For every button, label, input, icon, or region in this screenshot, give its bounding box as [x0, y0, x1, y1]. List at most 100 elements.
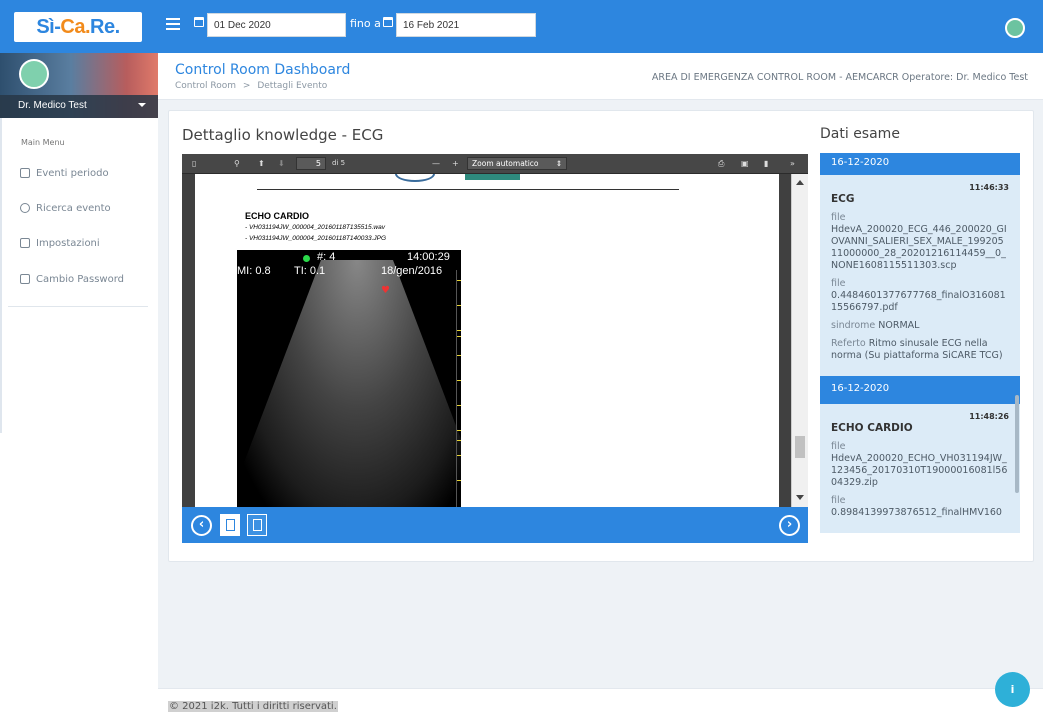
copyright-text: © 2021 i2k. Tutti i diritti riservati. [168, 701, 338, 712]
file-label: file [831, 495, 846, 506]
scale-tick [457, 305, 461, 306]
us-mi: MI: 0.8 [237, 265, 271, 277]
page-title: Control Room Dashboard [175, 62, 351, 78]
echo-title: ECHO CARDIO [245, 211, 310, 221]
more-tools-icon[interactable]: » [790, 159, 795, 168]
calendar-icon [20, 168, 30, 178]
file-link[interactable]: 0.4484601377677768_finalO31608115566797.… [831, 290, 1009, 314]
scale-tick [457, 336, 461, 337]
date-from-input[interactable] [207, 13, 346, 37]
bookmark-icon[interactable]: ▮ [764, 159, 768, 168]
pdf-document-button[interactable] [247, 514, 267, 536]
us-time: 14:00:29 [407, 251, 450, 263]
scale-tick [457, 440, 461, 441]
sidebar-item-label: Cambio Password [36, 273, 124, 285]
sidebar-item-ricerca-evento[interactable]: Ricerca evento [20, 200, 111, 216]
scale-tick [457, 280, 461, 281]
scale-tick [457, 430, 461, 431]
pdf-scrollbar[interactable] [791, 174, 808, 507]
exam-card[interactable]: 11:46:33 ECG file HdevA_200020_ECG_446_2… [820, 175, 1020, 376]
file-link[interactable]: 0.8984139973876512_finalHMV160 [831, 507, 1009, 519]
pdf-file-icon [253, 519, 262, 531]
exam-card[interactable]: 11:48:26 ECHO CARDIO file HdevA_200020_E… [820, 404, 1020, 533]
arrow-down-icon[interactable]: ⬇ [278, 159, 285, 168]
us-frame: #: 4 [317, 251, 336, 263]
pdf-page: ECHO CARDIO - VH031194JW_000004_20160118… [195, 174, 779, 507]
entry-date: 16-12-2020 [820, 376, 1020, 404]
pdf-toolbar: ▯ ⚲ ⬆ ⬇ 5 di 5 — + Zoom automatico ⇕ ⎙ ▣ … [182, 154, 808, 174]
pdf-file-icon [226, 519, 235, 531]
zoom-out-icon[interactable]: — [432, 159, 440, 168]
echo-file: - VH031194JW_000004_20160118T140033.JPG [245, 235, 387, 242]
next-document-icon[interactable]: › [779, 515, 800, 536]
us-ti: TI: 0.1 [294, 265, 326, 277]
sidebar-item-impostazioni[interactable]: Impostazioni [20, 235, 100, 251]
top-bar: Sì-Ca.Re. fino a [0, 0, 1043, 53]
breadcrumb-current: Dettagli Evento [257, 81, 328, 91]
detail-panel: Dettaglio knowledge - ECG ▯ ⚲ ⬆ ⬇ 5 di 5… [168, 110, 1034, 562]
breadcrumb-separator: > [242, 81, 251, 91]
help-button[interactable]: i [995, 672, 1030, 707]
pdf-page-count: di 5 [332, 159, 346, 167]
print-icon[interactable]: ⎙ [718, 159, 724, 169]
date-to-label: fino a [350, 17, 381, 30]
zoom-in-icon[interactable]: + [452, 159, 459, 168]
doctor-avatar-icon [19, 59, 49, 89]
us-date: 18/gen/2016 [381, 265, 443, 277]
dati-scrollbar[interactable] [1015, 395, 1019, 493]
depth-scale [456, 270, 461, 507]
menu-toggle-icon[interactable] [166, 18, 180, 30]
user-banner: Dr. Medico Test [0, 53, 158, 118]
user-avatar-icon[interactable] [1005, 18, 1025, 38]
file-link[interactable]: HdevA_200020_ECG_446_200020_GIOVANNI_SAL… [831, 224, 1009, 272]
calendar-icon [194, 17, 204, 27]
dati-esame-list[interactable]: 16-12-2020 11:46:33 ECG file HdevA_20002… [820, 153, 1020, 539]
search-icon [20, 203, 30, 213]
chevron-down-icon[interactable] [138, 103, 146, 107]
pdf-page-input[interactable]: 5 [296, 157, 326, 170]
arrow-up-icon[interactable]: ⬆ [258, 159, 265, 168]
pdf-viewer[interactable]: ▯ ⚲ ⬆ ⬇ 5 di 5 — + Zoom automatico ⇕ ⎙ ▣ … [182, 154, 808, 543]
entry-time: 11:46:33 [969, 183, 1009, 192]
scroll-thumb[interactable] [795, 436, 805, 458]
scale-tick [457, 330, 461, 331]
detail-title: Dettaglio knowledge - ECG [182, 126, 384, 144]
menu-title: Main Menu [21, 138, 65, 147]
download-icon[interactable]: ▣ [741, 159, 749, 168]
sidebar-item-eventi-periodo[interactable]: Eventi periodo [20, 165, 109, 181]
logo-part-3: Re. [90, 15, 120, 38]
sidebar-toggle-icon[interactable]: ▯ [192, 159, 196, 168]
logo-part-2: Ca. [60, 15, 91, 38]
calendar-icon [383, 17, 393, 27]
referto-label: Referto [831, 338, 866, 349]
document-icon [20, 274, 30, 284]
sidebar-separator [8, 306, 148, 307]
ultrasound-cone [237, 260, 461, 507]
page-rule [257, 189, 679, 190]
scroll-down-icon[interactable] [796, 495, 804, 500]
file-link[interactable]: HdevA_200020_ECHO_VH031194JW_123456_2017… [831, 453, 1009, 489]
breadcrumb-home[interactable]: Control Room [175, 81, 236, 91]
scale-tick [457, 405, 461, 406]
sidebar-item-label: Impostazioni [36, 237, 100, 249]
footer: © 2021 i2k. Tutti i diritti riservati. [158, 688, 1043, 713]
entry-name: ECG [831, 193, 855, 205]
zoom-select[interactable]: Zoom automatico ⇕ [467, 157, 567, 170]
sindrome-row: sindrome NORMAL [831, 320, 1009, 332]
sidebar-item-cambio-password[interactable]: Cambio Password [20, 271, 124, 287]
search-icon[interactable]: ⚲ [234, 159, 240, 168]
zoom-value: Zoom automatico [472, 159, 539, 168]
entry-time: 11:48:26 [969, 412, 1009, 421]
scale-tick [457, 355, 461, 356]
scale-tick [457, 455, 461, 456]
file-label: file [831, 441, 846, 452]
date-to-input[interactable] [396, 13, 536, 37]
app-logo[interactable]: Sì- Ca. Re. [14, 12, 142, 42]
scroll-up-icon[interactable] [796, 180, 804, 185]
pdf-document-button[interactable] [220, 514, 240, 536]
entry-date: 16-12-2020 [820, 153, 1020, 175]
prev-document-icon[interactable]: ‹ [191, 515, 212, 536]
echo-file: - VH031194JW_000004_20160118T135515.wav [245, 224, 385, 231]
user-name[interactable]: Dr. Medico Test [0, 95, 158, 118]
settings-icon [20, 238, 30, 248]
